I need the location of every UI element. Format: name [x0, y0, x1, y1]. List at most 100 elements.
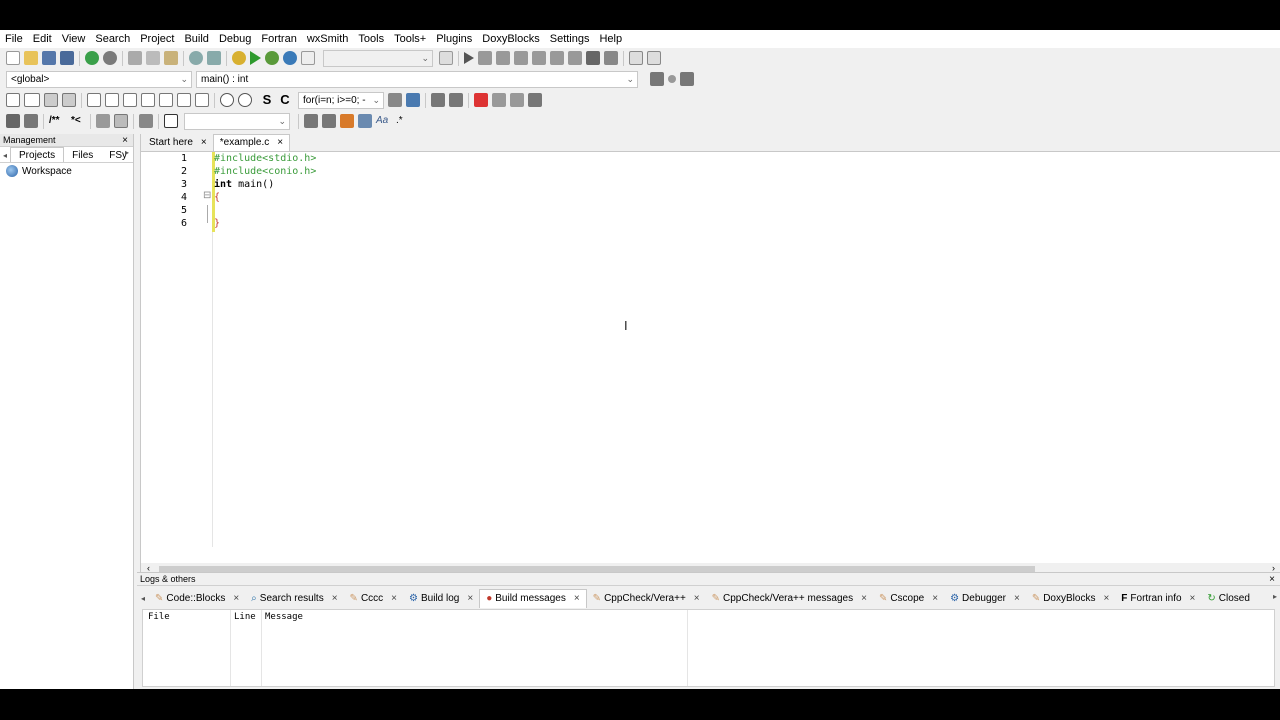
s-letter-icon[interactable]: S: [260, 93, 274, 107]
match-case-icon[interactable]: Aa: [376, 114, 390, 128]
tab-fortran-info[interactable]: F Fortran info ×: [1115, 589, 1201, 608]
menu-settings[interactable]: Settings: [550, 33, 595, 45]
c-letter-icon[interactable]: C: [278, 93, 292, 107]
tab-projects[interactable]: Projects: [10, 147, 65, 162]
debug-continue-icon[interactable]: [464, 52, 474, 64]
open-icon[interactable]: [24, 51, 38, 65]
find-icon[interactable]: [189, 51, 203, 65]
scope-combo[interactable]: <global> ⌄: [6, 70, 192, 88]
extract-docs-icon[interactable]: [24, 114, 38, 128]
highlight-icon[interactable]: [340, 114, 354, 128]
tab-start-here[interactable]: Start here ×: [143, 135, 213, 151]
shape-icon[interactable]: [44, 93, 58, 107]
redo-icon[interactable]: [103, 51, 117, 65]
options-icon[interactable]: [358, 114, 372, 128]
tab-close-button[interactable]: ×: [574, 593, 580, 604]
block6-icon[interactable]: [177, 93, 191, 107]
menu-help[interactable]: Help: [599, 33, 627, 45]
tab-codeblocks-log[interactable]: ✎ Code::Blocks ×: [149, 589, 245, 608]
various-info-icon[interactable]: [647, 51, 661, 65]
search-go-icon[interactable]: [388, 93, 402, 107]
tab-close-button[interactable]: ×: [1014, 593, 1020, 604]
tabs-scroll-right-icon[interactable]: ▸: [125, 148, 129, 157]
block4-icon[interactable]: [141, 93, 155, 107]
fold-marker-icon[interactable]: ⊟: [203, 190, 211, 201]
step-instruction-icon[interactable]: [568, 51, 582, 65]
cut-icon[interactable]: [128, 51, 142, 65]
next-line-icon[interactable]: [496, 51, 510, 65]
back-arrow-icon[interactable]: [304, 114, 318, 128]
tab-files[interactable]: Files: [64, 148, 101, 162]
undo-icon[interactable]: [85, 51, 99, 65]
menu-wxsmith[interactable]: wxSmith: [307, 33, 354, 45]
thread-search-icon[interactable]: [164, 114, 178, 128]
menu-project[interactable]: Project: [140, 33, 179, 45]
tab-closed-files[interactable]: ↻ Closed: [1201, 589, 1256, 608]
prev-bookmark-icon[interactable]: [431, 93, 445, 107]
rebuild-icon[interactable]: [283, 51, 297, 65]
block2-icon[interactable]: [105, 93, 119, 107]
regex-icon[interactable]: .*: [396, 114, 410, 128]
menu-tools-plus[interactable]: Tools+: [394, 33, 431, 45]
menu-search[interactable]: Search: [95, 33, 135, 45]
replace-icon[interactable]: [207, 51, 221, 65]
build-target-combo[interactable]: ⌄: [323, 49, 433, 67]
menu-fortran[interactable]: Fortran: [261, 33, 301, 45]
line-comment-icon[interactable]: *<: [71, 114, 85, 128]
menu-build[interactable]: Build: [184, 33, 213, 45]
save-all-icon[interactable]: [60, 51, 74, 65]
menu-plugins[interactable]: Plugins: [436, 33, 477, 45]
forward-arrow-icon[interactable]: [322, 114, 336, 128]
tab-close-button[interactable]: ×: [233, 593, 239, 604]
new-file-icon[interactable]: [6, 51, 20, 65]
tab-cscope[interactable]: ✎ Cscope ×: [873, 589, 944, 608]
build-messages-list[interactable]: File Line Message: [142, 609, 1275, 687]
management-close-button[interactable]: ×: [122, 134, 128, 147]
tab-debugger[interactable]: ⚙ Debugger ×: [944, 589, 1026, 608]
thread-search-combo[interactable]: ⌄: [184, 112, 290, 130]
tab-example-c-close-button[interactable]: ×: [277, 136, 283, 150]
doxywizard-icon[interactable]: [6, 114, 20, 128]
tab-build-messages[interactable]: ● Build messages ×: [479, 588, 587, 608]
debug-windows-icon[interactable]: [629, 51, 643, 65]
bookmark-toggle-icon[interactable]: [474, 93, 488, 107]
run-icon[interactable]: [250, 51, 261, 65]
build-icon[interactable]: [232, 51, 246, 65]
menu-view[interactable]: View: [62, 33, 91, 45]
tab-close-button[interactable]: ×: [932, 593, 938, 604]
save-icon[interactable]: [42, 51, 56, 65]
tab-example-c[interactable]: *example.c ×: [212, 134, 291, 151]
workspace-node[interactable]: Workspace: [0, 163, 133, 177]
tab-close-button[interactable]: ×: [1190, 593, 1196, 604]
column-header-line[interactable]: Line: [234, 612, 256, 622]
step-out-icon[interactable]: [532, 51, 546, 65]
logs-tabs-left-icon[interactable]: ◂: [137, 594, 149, 603]
shape2-icon[interactable]: [62, 93, 76, 107]
tab-close-button[interactable]: ×: [1103, 593, 1109, 604]
tab-close-button[interactable]: ×: [861, 593, 867, 604]
block-icon[interactable]: [87, 93, 101, 107]
tabs-scroll-left-icon[interactable]: ◂: [0, 151, 10, 162]
logs-tabs-right-icon[interactable]: ▸: [1272, 592, 1277, 601]
logs-close-button[interactable]: ×: [1269, 573, 1275, 586]
block5-icon[interactable]: [159, 93, 173, 107]
bookmark-next-icon[interactable]: [510, 93, 524, 107]
column-header-file[interactable]: File: [148, 612, 170, 622]
next-instruction-icon[interactable]: [550, 51, 564, 65]
step-into-icon[interactable]: [514, 51, 528, 65]
menu-file[interactable]: File: [5, 33, 28, 45]
menu-debug[interactable]: Debug: [219, 33, 256, 45]
tab-close-button[interactable]: ×: [391, 593, 397, 604]
paste-icon[interactable]: [164, 51, 178, 65]
tab-close-button[interactable]: ×: [467, 593, 473, 604]
rectangle-icon[interactable]: [24, 93, 40, 107]
config-icon[interactable]: [139, 114, 153, 128]
zoom-out-icon[interactable]: [238, 93, 252, 107]
run-to-cursor-icon[interactable]: [478, 51, 492, 65]
bookmark-clear-icon[interactable]: [528, 93, 542, 107]
zoom-in-icon[interactable]: [220, 93, 234, 107]
jump-forward-icon[interactable]: [680, 72, 694, 86]
block3-icon[interactable]: [123, 93, 137, 107]
tab-start-here-close-button[interactable]: ×: [201, 136, 207, 150]
pause-icon[interactable]: [586, 51, 600, 65]
